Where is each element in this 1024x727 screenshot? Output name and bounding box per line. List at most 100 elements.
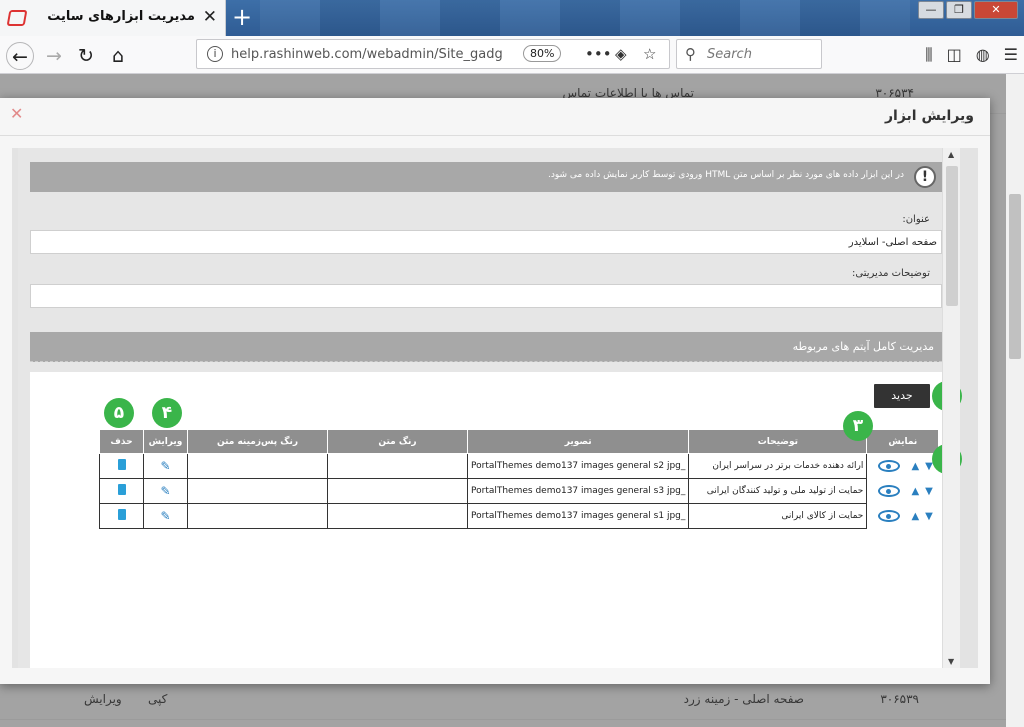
text-color-cell [327, 478, 468, 504]
items-section-header: مدیریت کامل آیتم های مربوطه [30, 332, 942, 362]
pocket-icon[interactable]: ◈ [615, 45, 627, 63]
table-row: ▼▲ حمایت از کالای ایرانی PortalThemes de… [99, 503, 939, 529]
edit-pencil-icon[interactable]: ✎ [160, 459, 170, 473]
text-bg-color-cell [187, 478, 328, 504]
address-bar[interactable]: i help.rashinweb.com/webadmin/Site_gadg … [196, 39, 670, 69]
header-description: توضیحات [688, 429, 868, 454]
modal-close-icon[interactable]: ✕ [10, 104, 23, 123]
delete-cell [99, 503, 144, 529]
description-cell: حمایت از تولید ملی و تولید کنندگان ایران… [688, 478, 868, 504]
description-cell: حمایت از کالای ایرانی [688, 503, 868, 529]
edit-pencil-icon[interactable]: ✎ [160, 484, 170, 498]
modal-header: ✕ ویرایش ابزار [0, 98, 990, 136]
title-label: عنوان: [902, 214, 930, 225]
description-cell: ارائه دهنده خدمات برتر در سراسر ایران [688, 453, 868, 479]
tab-title: مدیریت ابزارهای سایت [47, 9, 195, 24]
library-icon[interactable]: ⫼ [925, 45, 932, 65]
reload-icon[interactable]: ↻ [72, 42, 100, 70]
description-label: توضیحات مدیریتی: [852, 268, 930, 279]
modal-scrollbar-thumb[interactable] [946, 166, 958, 306]
move-up-icon[interactable]: ▲ [911, 461, 919, 472]
browser-tab[interactable]: مدیریت ابزارهای سایت ✕ [0, 0, 226, 36]
header-delete: حذف [99, 429, 144, 454]
site-favicon-icon [6, 10, 28, 26]
site-info-icon[interactable]: i [207, 46, 223, 62]
table-header-row: نمایش توضیحات تصویر رنگ متن رنگ پس‌زمینه… [99, 429, 940, 454]
new-tab-icon[interactable]: + [230, 3, 254, 31]
tab-close-icon[interactable]: ✕ [203, 7, 217, 27]
info-alert: ! در این ابزار داده های مورد نظر بر اساس… [30, 162, 942, 192]
exclamation-icon: ! [914, 166, 936, 188]
navigation-toolbar: ← → ↻ ⌂ i help.rashinweb.com/webadmin/Si… [0, 36, 1024, 74]
image-cell: PortalThemes demo137 images general s2 j… [466, 453, 690, 479]
trash-icon[interactable] [117, 509, 126, 520]
trash-icon[interactable] [117, 484, 126, 495]
window-close-icon[interactable]: ✕ [974, 1, 1018, 19]
back-icon[interactable]: ← [6, 42, 34, 70]
modal-content: ! در این ابزار داده های مورد نظر بر اساس… [18, 148, 962, 668]
header-image: تصویر [466, 429, 690, 454]
menu-icon[interactable]: ☰ [1004, 45, 1018, 65]
window-controls: — ❐ ✕ [918, 1, 1018, 19]
extension-globe-icon[interactable]: ◍ [976, 45, 990, 65]
new-item-button[interactable]: جدید [874, 384, 930, 408]
page-scrollbar[interactable] [1006, 74, 1024, 727]
text-bg-color-cell [187, 503, 328, 529]
image-cell: PortalThemes demo137 images general s1 j… [466, 503, 690, 529]
header-text-bg-color: رنگ پس‌زمینه متن [187, 429, 328, 454]
toolbar-icons: ⫼ ◫ ◍ ☰ [925, 45, 1018, 65]
bookmark-star-icon[interactable]: ☆ [643, 45, 656, 63]
zoom-indicator[interactable]: 80% [523, 45, 562, 62]
annotation-marker-4: ۴ [152, 398, 182, 428]
search-input[interactable]: ⚲ Search [676, 39, 822, 69]
titlebar-background [260, 0, 910, 36]
edit-cell: ✎ [143, 503, 188, 529]
display-cell: ▼▲ [867, 504, 939, 529]
maximize-icon[interactable]: ❐ [946, 1, 972, 19]
modal-body: ! در این ابزار داده های مورد نظر بر اساس… [12, 148, 978, 668]
display-cell: ▼▲ [867, 454, 939, 479]
move-up-icon[interactable]: ▲ [911, 486, 919, 497]
visibility-eye-icon[interactable] [878, 485, 901, 497]
items-table: نمایش توضیحات تصویر رنگ متن رنگ پس‌زمینه… [99, 429, 940, 529]
search-icon: ⚲ [685, 45, 696, 63]
text-color-cell [327, 453, 468, 479]
annotation-marker-5: ۵ [104, 398, 134, 428]
trash-icon[interactable] [117, 459, 126, 470]
window-titlebar: مدیریت ابزارهای سایت ✕ + — ❐ ✕ [0, 0, 1024, 36]
header-display: نمایش [866, 429, 940, 454]
search-placeholder: Search [707, 47, 752, 62]
sidebar-icon[interactable]: ◫ [947, 45, 962, 65]
table-row: ▼▲ ارائه دهنده خدمات برتر در سراسر ایران… [99, 453, 939, 479]
move-up-icon[interactable]: ▲ [911, 511, 919, 522]
edit-cell: ✎ [143, 478, 188, 504]
delete-cell [99, 478, 144, 504]
move-down-icon[interactable]: ▼ [925, 486, 933, 497]
visibility-eye-icon[interactable] [878, 460, 901, 473]
header-edit: ویرایش [143, 429, 188, 454]
items-panel: جدید نمایش توضیحات تصویر رنگ متن رنگ پس‌… [30, 372, 962, 668]
table-row: ▼▲ حمایت از تولید ملی و تولید کنندگان ای… [99, 478, 939, 504]
move-down-icon[interactable]: ▼ [925, 511, 933, 522]
text-bg-color-cell [187, 453, 328, 479]
scroll-down-icon[interactable]: ▼ [948, 657, 954, 666]
scroll-up-icon[interactable]: ▲ [948, 150, 954, 159]
visibility-eye-icon[interactable] [878, 510, 901, 522]
delete-cell [99, 453, 144, 479]
forward-icon[interactable]: → [40, 42, 68, 70]
display-cell: ▼▲ [867, 479, 939, 504]
description-input[interactable] [30, 284, 942, 308]
minimize-icon[interactable]: — [918, 1, 944, 19]
title-input-value: صفحه اصلی- اسلایدر [848, 237, 937, 248]
title-input[interactable]: صفحه اصلی- اسلایدر [30, 230, 942, 254]
section-title: مدیریت کامل آیتم های مربوطه [792, 340, 934, 353]
header-text-color: رنگ متن [327, 429, 468, 454]
edit-gadget-modal: ✕ ویرایش ابزار ! در این ابزار داده های م… [0, 98, 990, 684]
edit-cell: ✎ [143, 453, 188, 479]
modal-scrollbar[interactable]: ▲ ▼ [942, 148, 960, 668]
edit-pencil-icon[interactable]: ✎ [160, 509, 170, 523]
home-icon[interactable]: ⌂ [104, 42, 132, 70]
url-text[interactable]: help.rashinweb.com/webadmin/Site_gadg [231, 47, 503, 62]
page-actions-icon[interactable]: ••• [585, 45, 612, 63]
page-scrollbar-thumb[interactable] [1009, 194, 1021, 359]
